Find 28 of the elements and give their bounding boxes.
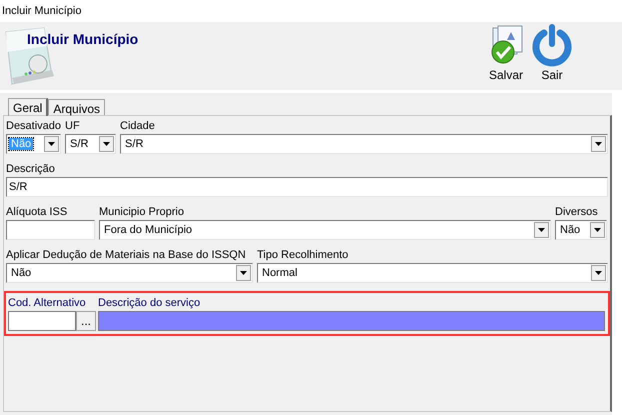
lookup-button[interactable]: ... bbox=[76, 311, 96, 331]
description-field[interactable] bbox=[98, 311, 605, 331]
field-label: Cod. Alternativo bbox=[8, 296, 87, 311]
code-field[interactable] bbox=[8, 311, 76, 331]
toolbar-button[interactable]: Sair bbox=[532, 24, 572, 82]
tab[interactable]: Arquivos bbox=[48, 99, 106, 115]
field-label: Aplicar Dedução de Materiais na Base do ISSQN bbox=[6, 248, 247, 263]
field-label: UF bbox=[65, 119, 81, 134]
dropdown[interactable]: S/R bbox=[65, 134, 116, 154]
toolbar-button[interactable]: Salvar bbox=[486, 24, 526, 82]
field-label: Descrição bbox=[6, 162, 56, 177]
field-label: Municipio Proprio bbox=[99, 205, 185, 220]
field-label: Tipo Recolhimento bbox=[257, 248, 350, 263]
field-label: Cidade bbox=[120, 119, 156, 134]
dropdown[interactable]: S/R bbox=[120, 134, 608, 154]
dropdown[interactable]: Normal bbox=[257, 263, 608, 283]
dropdown[interactable]: Não bbox=[555, 220, 607, 240]
form-title: Incluir Município bbox=[27, 31, 138, 47]
field-label: Descrição do serviço bbox=[98, 296, 200, 311]
window-title: Incluir Município bbox=[2, 5, 82, 17]
dropdown[interactable]: Fora do Município bbox=[99, 220, 551, 240]
text-field[interactable]: S/R bbox=[6, 177, 608, 197]
field-label: Diversos bbox=[555, 205, 599, 220]
dropdown[interactable]: Não bbox=[6, 263, 253, 283]
field-label: Alíquota ISS bbox=[6, 205, 68, 220]
power-icon bbox=[531, 24, 573, 68]
text-field[interactable] bbox=[6, 220, 95, 240]
field-label: Desativado bbox=[6, 119, 62, 134]
